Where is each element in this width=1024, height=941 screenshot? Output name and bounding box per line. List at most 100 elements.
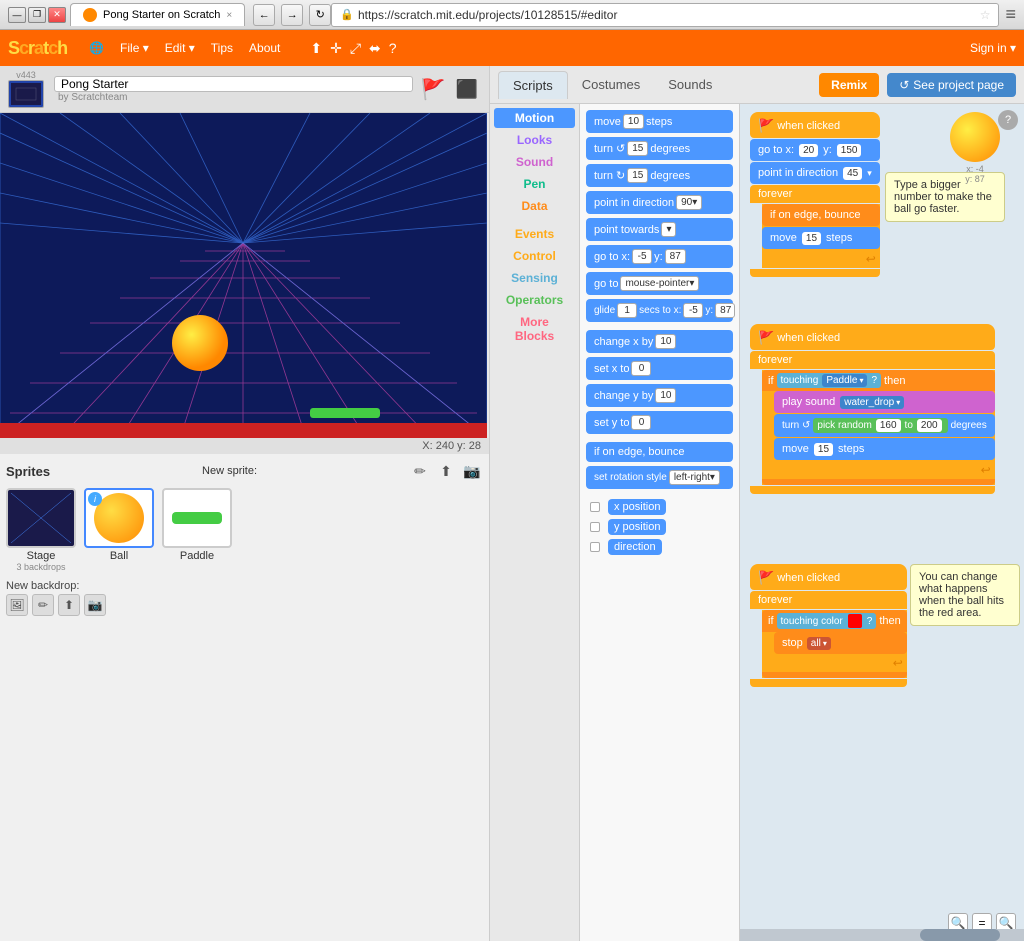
ws-forever-3[interactable]: forever (750, 591, 907, 609)
camera-sprite-button[interactable]: 📷 (461, 460, 483, 482)
browser-controls[interactable]: ← → ↻ (253, 4, 331, 26)
see-project-button[interactable]: ↺ See project page (887, 73, 1016, 97)
sprite-info-icon[interactable]: i (88, 492, 102, 506)
back-button[interactable]: ← (253, 4, 275, 26)
move-icon[interactable]: ✛ (330, 40, 342, 57)
ws-forever-2[interactable]: forever (750, 351, 995, 369)
color-swatch-red[interactable] (848, 614, 862, 628)
category-control[interactable]: Control (494, 246, 575, 266)
direction-checkbox[interactable] (590, 542, 600, 552)
block-direction[interactable]: direction (608, 539, 662, 555)
sprite-item-ball[interactable]: i Ball (84, 488, 154, 572)
block-input-x1[interactable]: -5 (632, 249, 652, 264)
nav-tips[interactable]: Tips (205, 37, 239, 59)
category-motion[interactable]: Motion (494, 108, 575, 128)
sprite-item-paddle[interactable]: Paddle (162, 488, 232, 572)
block-set-x[interactable]: set x to 0 (586, 357, 733, 380)
category-sound[interactable]: Sound (494, 152, 575, 172)
ws-point-direction-1[interactable]: point in direction 45 ▾ (750, 162, 880, 184)
block-y-position[interactable]: y position (608, 519, 666, 535)
nav-about[interactable]: About (243, 37, 286, 59)
help-button[interactable]: ? (998, 110, 1018, 130)
block-set-y[interactable]: set y to 0 (586, 411, 733, 434)
ws-if-on-edge-1[interactable]: if on edge, bounce (762, 204, 880, 226)
ws-goto-xy-1[interactable]: go to x: 20 y: 150 (750, 139, 880, 161)
address-bar[interactable]: 🔒 https://scratch.mit.edu/projects/10128… (331, 3, 999, 27)
paint-backdrop-button[interactable]: ✏ (32, 594, 54, 616)
scripts-workspace[interactable]: 🚩 when clicked go to x: 20 y: 150 point … (740, 104, 1024, 941)
fullscreen-icon[interactable]: ⤢ (350, 40, 361, 57)
block-y-position-row[interactable]: y position (586, 517, 733, 537)
block-turn-ccw[interactable]: turn ↺ 15 degrees (586, 137, 733, 160)
block-input-deg1[interactable]: 15 (627, 141, 648, 156)
ws-if-color-header[interactable]: if touching color ? then (762, 610, 907, 632)
upload-sprite-button[interactable]: ⬆ (435, 460, 457, 482)
help-icon[interactable]: ? (389, 40, 397, 56)
block-change-y[interactable]: change y by 10 (586, 384, 733, 407)
block-turn-cw[interactable]: turn ↻ 15 degrees (586, 164, 733, 187)
ws-move-15-2[interactable]: move 15 steps (774, 438, 995, 460)
category-moreblocks[interactable]: More Blocks (494, 312, 575, 346)
paint-sprite-button[interactable]: ✏ (409, 460, 431, 482)
block-change-x[interactable]: change x by 10 (586, 330, 733, 353)
ws-if-touching-header[interactable]: if touching Paddle ▾ ? then (762, 370, 995, 391)
browser-tab[interactable]: Pong Starter on Scratch × (70, 3, 245, 26)
scrollbar-thumb[interactable] (920, 929, 1000, 941)
block-x-position-row[interactable]: x position (586, 497, 733, 517)
tab-sounds[interactable]: Sounds (654, 71, 726, 98)
camera-backdrop-button[interactable]: 📷 (84, 594, 106, 616)
direction-dropdown[interactable]: 90▾ (676, 195, 702, 210)
close-button[interactable]: ✕ (48, 7, 66, 23)
towards-dropdown[interactable]: ▾ (661, 222, 676, 237)
tab-close-button[interactable]: × (226, 10, 232, 21)
edit-backdrop-button[interactable]: 🖼 (6, 594, 28, 616)
signin-button[interactable]: Sign in ▾ (970, 41, 1016, 55)
nav-file[interactable]: File ▾ (114, 37, 155, 59)
minimize-button[interactable]: — (8, 7, 26, 23)
block-glide[interactable]: glide 1 secs to x: -5 y: 87 (586, 299, 733, 322)
block-input-steps[interactable]: 10 (623, 114, 644, 129)
turbo-icon[interactable]: ⬌ (369, 40, 381, 57)
ws-when-clicked-2[interactable]: 🚩 when clicked (750, 324, 995, 350)
stop-dropdown[interactable]: all ▾ (807, 637, 831, 650)
category-events[interactable]: Events (494, 224, 575, 244)
go-button[interactable]: 🚩 (419, 75, 447, 103)
block-move[interactable]: move 10 steps (586, 110, 733, 133)
block-point-towards[interactable]: point towards ▾ (586, 218, 733, 241)
block-input-y1[interactable]: 87 (665, 249, 686, 264)
category-looks[interactable]: Looks (494, 130, 575, 150)
tab-costumes[interactable]: Costumes (568, 71, 655, 98)
forward-button[interactable]: → (281, 4, 303, 26)
block-goto-xy[interactable]: go to x: -5 y: 87 (586, 245, 733, 268)
block-if-on-edge[interactable]: if on edge, bounce (586, 442, 733, 462)
category-pen[interactable]: Pen (494, 174, 575, 194)
remix-button[interactable]: Remix (819, 73, 879, 97)
ws-when-clicked-3[interactable]: 🚩 when clicked (750, 564, 907, 590)
upload-icon[interactable]: ⬆ (310, 40, 322, 57)
ws-stop-all[interactable]: stop all ▾ (774, 632, 907, 654)
block-x-position[interactable]: x position (608, 499, 666, 515)
ws-play-sound[interactable]: play sound water_drop ▾ (774, 391, 995, 413)
goto-dropdown[interactable]: mouse-pointer▾ (620, 276, 699, 291)
refresh-button[interactable]: ↻ (309, 4, 331, 26)
block-input-deg2[interactable]: 15 (627, 168, 648, 183)
nav-edit[interactable]: Edit ▾ (159, 37, 201, 59)
block-set-rotation[interactable]: set rotation style left-right▾ (586, 466, 733, 489)
tab-scripts[interactable]: Scripts (498, 71, 568, 99)
restore-button[interactable]: ❐ (28, 7, 46, 23)
x-position-checkbox[interactable] (590, 502, 600, 512)
ws-move-15-1[interactable]: move 15 steps (762, 227, 880, 249)
ws-turn-random[interactable]: turn ↺ pick random 160 to 200 degrees (774, 414, 995, 437)
browser-menu-button[interactable]: ≡ (1005, 4, 1016, 25)
block-goto-mouse[interactable]: go to mouse-pointer▾ (586, 272, 733, 295)
star-icon[interactable]: ☆ (980, 8, 991, 22)
stop-button[interactable]: ⬛ (453, 75, 481, 103)
window-controls[interactable]: — ❐ ✕ (8, 7, 66, 23)
sprite-item-stage[interactable]: Stage 3 backdrops (6, 488, 76, 572)
category-sensing[interactable]: Sensing (494, 268, 575, 288)
project-name-input[interactable] (54, 76, 413, 92)
horizontal-scrollbar[interactable] (740, 929, 1024, 941)
ws-forever-1[interactable]: forever (750, 185, 880, 203)
ws-when-clicked-1[interactable]: 🚩 when clicked (750, 112, 880, 138)
category-data[interactable]: Data (494, 196, 575, 216)
